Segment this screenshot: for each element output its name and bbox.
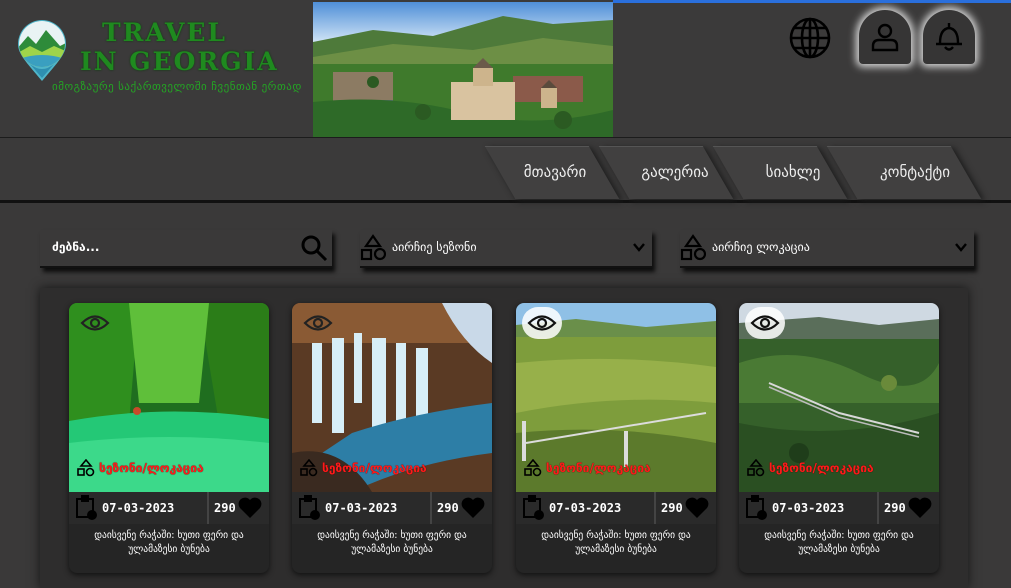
season-location-label: სეზონი/ლოკაცია bbox=[99, 461, 204, 475]
like-count: 290 bbox=[661, 501, 683, 515]
search-input[interactable]: ძებნა... bbox=[52, 240, 99, 254]
location-select-value: აირჩიე ლოკაცია bbox=[712, 240, 810, 254]
season-location-label: სეზონი/ლოკაცია bbox=[322, 461, 427, 475]
bell-icon bbox=[936, 23, 962, 51]
season-location-tag: სეზონი/ლოკაცია bbox=[524, 459, 651, 477]
card-meta: 07-03-2023 290 bbox=[292, 492, 492, 524]
chevron-down-icon bbox=[955, 243, 967, 252]
eye-icon bbox=[80, 315, 110, 331]
card-title[interactable]: დაისვენე რაჭაში: ხუთი ფერი და ულამაზესი … bbox=[298, 529, 486, 557]
like-count: 290 bbox=[437, 501, 459, 515]
season-location-label: სეზონი/ლოკაცია bbox=[769, 461, 874, 475]
main-nav: მთავარი გალერია სიახლე კონტაქტი bbox=[0, 138, 1011, 203]
tab-gallery[interactable]: გალერია bbox=[620, 146, 730, 198]
card-date: 07-03-2023 bbox=[102, 501, 175, 515]
season-location-tag: სეზონი/ლოკაცია bbox=[747, 459, 874, 477]
calendar-clock-icon bbox=[299, 495, 320, 520]
tab-home[interactable]: მთავარი bbox=[500, 146, 610, 198]
like-count: 290 bbox=[884, 501, 906, 515]
eye-icon bbox=[303, 315, 333, 331]
shapes-icon bbox=[680, 234, 706, 261]
eye-icon bbox=[527, 315, 557, 331]
heart-icon[interactable] bbox=[237, 496, 263, 520]
user-button[interactable] bbox=[859, 10, 911, 64]
card-title[interactable]: დაისვენე რაჭაში: ხუთი ფერი და ულამაზესი … bbox=[745, 529, 933, 557]
view-button[interactable] bbox=[745, 307, 785, 339]
chevron-down-icon bbox=[633, 243, 645, 252]
site-header: TRAVEL IN GEORGIA იმოგზაურე საქართველოში… bbox=[0, 0, 1011, 138]
heart-icon[interactable] bbox=[684, 496, 710, 520]
shapes-icon bbox=[747, 459, 765, 477]
logo-pin-icon[interactable] bbox=[16, 20, 68, 82]
shapes-icon bbox=[300, 459, 318, 477]
like-count: 290 bbox=[214, 501, 236, 515]
view-button[interactable] bbox=[75, 307, 115, 339]
bell-button[interactable] bbox=[923, 10, 975, 64]
shapes-icon bbox=[77, 459, 95, 477]
card-date: 07-03-2023 bbox=[325, 501, 398, 515]
heart-icon[interactable] bbox=[907, 496, 933, 520]
tab-news[interactable]: სიახლე bbox=[738, 146, 848, 198]
brand-line-2: IN GEORGIA bbox=[80, 47, 279, 76]
gallery-card[interactable]: სეზონი/ლოკაცია 07-03-2023 290 დაისვენე რ… bbox=[516, 303, 716, 573]
gallery-card[interactable]: სეზონი/ლოკაცია 07-03-2023 290 დაისვენე რ… bbox=[739, 303, 939, 573]
card-date: 07-03-2023 bbox=[772, 501, 845, 515]
top-accent-line bbox=[613, 0, 1011, 3]
brand-subtitle: იმოგზაურე საქართველოში ჩვენთან ერთად bbox=[52, 80, 302, 93]
gallery-card[interactable]: სეზონი/ლოკაცია 07-03-2023 290 დაისვენე რ… bbox=[292, 303, 492, 573]
eye-icon bbox=[750, 315, 780, 331]
season-location-tag: სეზონი/ლოკაცია bbox=[77, 459, 204, 477]
location-select[interactable]: აირჩიე ლოკაცია bbox=[680, 230, 974, 268]
tab-contact[interactable]: კონტაქტი bbox=[858, 146, 972, 198]
calendar-clock-icon bbox=[523, 495, 544, 520]
season-location-tag: სეზონი/ლოკაცია bbox=[300, 459, 427, 477]
view-button[interactable] bbox=[298, 307, 338, 339]
card-meta: 07-03-2023 290 bbox=[69, 492, 269, 524]
globe-icon[interactable] bbox=[788, 16, 832, 60]
calendar-clock-icon bbox=[746, 495, 767, 520]
heart-icon[interactable] bbox=[460, 496, 486, 520]
brand-title[interactable]: TRAVEL IN GEORGIA bbox=[80, 18, 279, 76]
season-select-value: აირჩიე სეზონი bbox=[392, 240, 477, 254]
season-select[interactable]: აირჩიე სეზონი bbox=[360, 230, 652, 268]
hero-image bbox=[313, 2, 613, 137]
search-icon[interactable] bbox=[300, 234, 328, 262]
card-date: 07-03-2023 bbox=[549, 501, 622, 515]
calendar-clock-icon bbox=[76, 495, 97, 520]
search-box[interactable]: ძებნა... bbox=[40, 230, 332, 268]
user-icon bbox=[871, 23, 899, 52]
shapes-icon bbox=[360, 234, 386, 261]
shapes-icon bbox=[524, 459, 542, 477]
card-title[interactable]: დაისვენე რაჭაში: ხუთი ფერი და ულამაზესი … bbox=[75, 529, 263, 557]
card-meta: 07-03-2023 290 bbox=[739, 492, 939, 524]
card-meta: 07-03-2023 290 bbox=[516, 492, 716, 524]
view-button[interactable] bbox=[522, 307, 562, 339]
season-location-label: სეზონი/ლოკაცია bbox=[546, 461, 651, 475]
card-title[interactable]: დაისვენე რაჭაში: ხუთი ფერი და ულამაზესი … bbox=[522, 529, 710, 557]
gallery-card[interactable]: სეზონი/ლოკაცია 07-03-2023 290 დაისვენე რ… bbox=[69, 303, 269, 573]
brand-line-1: TRAVEL bbox=[102, 18, 227, 47]
